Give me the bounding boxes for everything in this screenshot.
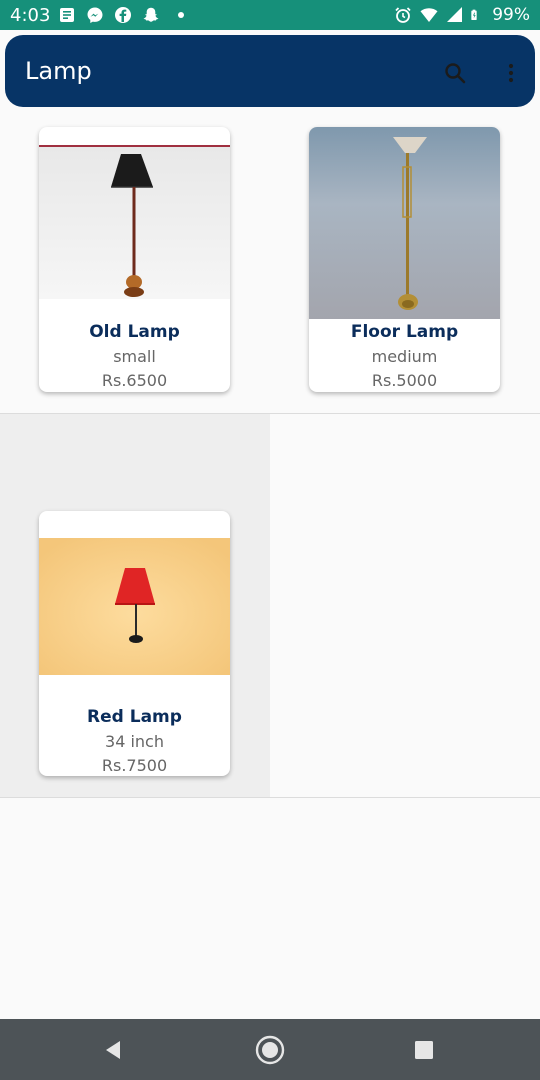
product-grid-row: Red Lamp 34 inch Rs.7500 [0, 414, 540, 798]
product-size: small [113, 347, 156, 366]
product-price: Rs.5000 [371, 371, 438, 390]
facebook-icon [115, 7, 131, 23]
product-name: Red Lamp [87, 707, 182, 727]
wifi-icon [420, 8, 438, 22]
product-name: Old Lamp [89, 322, 180, 342]
status-bar: 4:03 99% [0, 0, 540, 30]
product-image [39, 145, 230, 299]
app-bar: Lamp [5, 35, 535, 107]
product-card-floor-lamp[interactable]: Floor Lamp medium Rs.5000 [309, 127, 500, 392]
search-button[interactable] [437, 55, 473, 91]
search-icon [445, 63, 466, 84]
product-grid-row: Old Lamp small Rs.6500 Floor Lamp medium… [0, 107, 540, 414]
notification-icons [58, 6, 184, 24]
battery-percent: 99% [492, 5, 530, 25]
more-notifications-dot [178, 12, 184, 18]
battery-icon [471, 9, 477, 20]
home-icon [255, 1035, 285, 1065]
status-time: 4:03 [10, 5, 51, 26]
product-size: medium [371, 347, 438, 366]
back-button[interactable] [97, 1033, 131, 1067]
snapchat-icon [143, 7, 159, 22]
back-icon [106, 1041, 120, 1059]
more-vert-icon [508, 63, 514, 83]
recents-icon [415, 1041, 433, 1059]
recents-button[interactable] [407, 1033, 441, 1067]
system-status-icons: 99% [394, 5, 530, 25]
more-options-button[interactable] [493, 55, 529, 91]
product-price: Rs.7500 [101, 756, 168, 775]
home-button[interactable] [253, 1033, 287, 1067]
news-icon [60, 8, 74, 22]
product-name: Floor Lamp [350, 322, 459, 342]
product-card-red-lamp[interactable]: Red Lamp 34 inch Rs.7500 [39, 511, 230, 776]
alarm-icon [395, 7, 411, 23]
signal-icon [447, 7, 463, 22]
app-title: Lamp [25, 57, 92, 85]
product-size: 34 inch [105, 732, 164, 751]
navigation-bar [0, 1019, 540, 1080]
product-card-old-lamp[interactable]: Old Lamp small Rs.6500 [39, 127, 230, 392]
product-price: Rs.6500 [101, 371, 168, 390]
product-image [309, 127, 500, 319]
product-image [39, 538, 230, 675]
messenger-icon [87, 7, 103, 23]
